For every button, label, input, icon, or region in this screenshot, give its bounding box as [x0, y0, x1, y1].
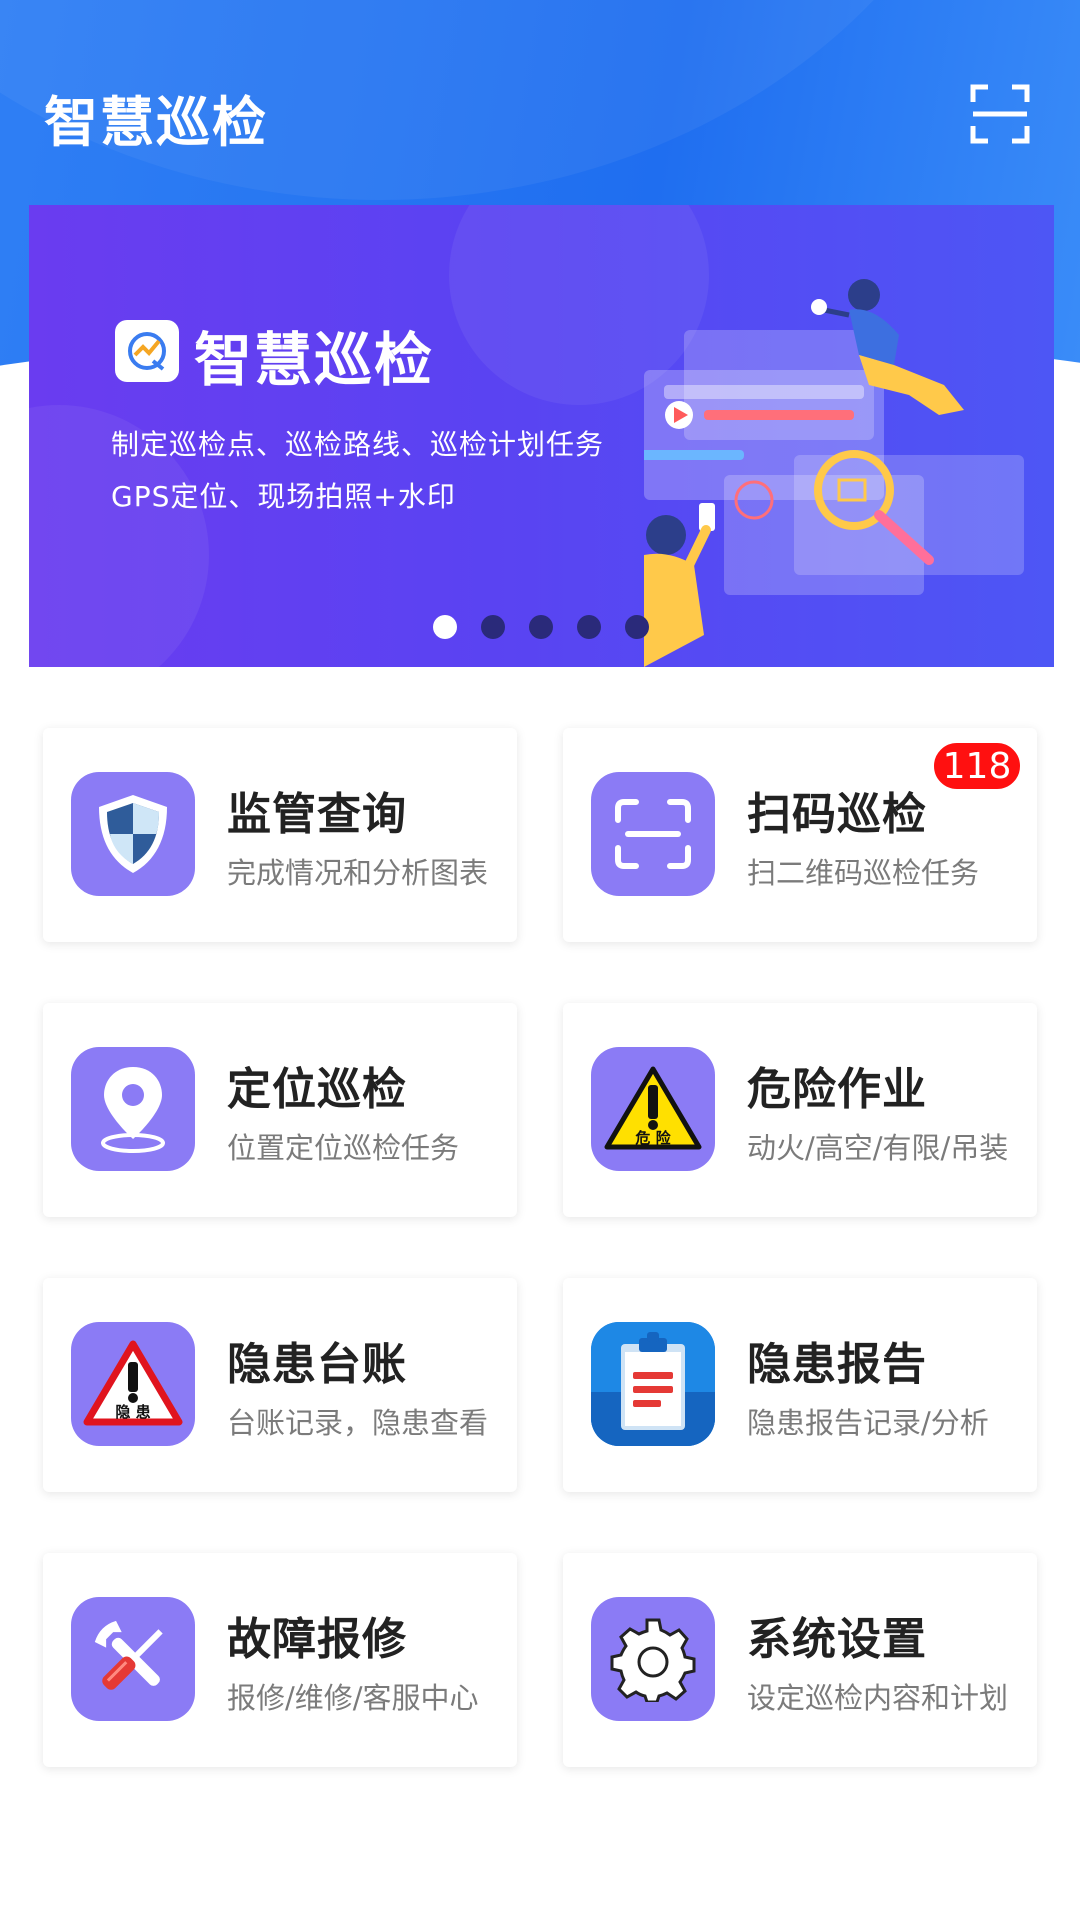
- card-title: 扫码巡检: [747, 789, 927, 840]
- card-title: 故障报修: [227, 1614, 407, 1665]
- card-subtitle: 动火/高空/有限/吊装: [747, 1131, 1009, 1165]
- card-title: 隐患台账: [227, 1339, 407, 1390]
- card-hazard-report[interactable]: 隐患报告 隐患报告记录/分析: [563, 1278, 1037, 1492]
- card-title: 隐患报告: [747, 1339, 927, 1390]
- banner-title: 智慧巡检: [194, 326, 435, 394]
- banner-pagination[interactable]: [433, 615, 649, 639]
- card-subtitle: 报修/维修/客服中心: [227, 1681, 479, 1715]
- clipboard-report-icon: [591, 1322, 715, 1446]
- icon-text: 危 险: [635, 1129, 671, 1147]
- card-supervision-query[interactable]: 监管查询 完成情况和分析图表: [43, 728, 517, 942]
- card-system-settings[interactable]: 系统设置 设定巡检内容和计划: [563, 1553, 1037, 1767]
- card-subtitle: 位置定位巡检任务: [227, 1131, 460, 1165]
- tools-icon: [71, 1597, 195, 1721]
- pagination-dot[interactable]: [481, 615, 505, 639]
- banner-description-2: GPS定位、现场拍照+水印: [111, 480, 456, 513]
- card-location-inspection[interactable]: 定位巡检 位置定位巡检任务: [43, 1003, 517, 1217]
- card-title: 定位巡检: [227, 1064, 407, 1115]
- banner-description-1: 制定巡检点、巡检路线、巡检计划任务: [111, 428, 605, 461]
- card-subtitle: 隐患报告记录/分析: [747, 1406, 989, 1440]
- pagination-dot[interactable]: [433, 615, 457, 639]
- pagination-dot[interactable]: [577, 615, 601, 639]
- banner-illustration: +: [644, 279, 1024, 667]
- card-dangerous-work[interactable]: 危 险 危险作业 动火/高空/有限/吊装: [563, 1003, 1037, 1217]
- icon-text: 隐 患: [115, 1403, 150, 1421]
- card-scan-inspection[interactable]: 扫码巡检 扫二维码巡检任务 118: [563, 728, 1037, 942]
- scan-frame-icon: [970, 84, 1030, 144]
- app-logo-icon: [115, 320, 179, 382]
- card-fault-repair[interactable]: 故障报修 报修/维修/客服中心: [43, 1553, 517, 1767]
- pagination-dot[interactable]: [529, 615, 553, 639]
- hazard-triangle-icon: 隐 患: [71, 1322, 195, 1446]
- card-title: 危险作业: [747, 1064, 927, 1115]
- scan-icon: [591, 772, 715, 896]
- page-title: 智慧巡检: [44, 91, 268, 154]
- location-pin-icon: [71, 1047, 195, 1171]
- card-hazard-ledger[interactable]: 隐 患 隐患台账 台账记录，隐患查看: [43, 1278, 517, 1492]
- pagination-dot[interactable]: [625, 615, 649, 639]
- card-subtitle: 扫二维码巡检任务: [747, 856, 980, 890]
- shield-icon: [71, 772, 195, 896]
- card-subtitle: 完成情况和分析图表: [227, 856, 489, 890]
- gear-icon: [591, 1597, 715, 1721]
- promo-banner[interactable]: 智慧巡检 制定巡检点、巡检路线、巡检计划任务 GPS定位、现场拍照+水印 +: [29, 205, 1054, 667]
- card-subtitle: 台账记录，隐患查看: [227, 1406, 489, 1440]
- scan-button[interactable]: [970, 84, 1030, 144]
- card-title: 监管查询: [227, 789, 407, 840]
- card-subtitle: 设定巡检内容和计划: [747, 1681, 1009, 1715]
- notification-badge: 118: [931, 740, 1023, 792]
- card-title: 系统设置: [747, 1614, 927, 1665]
- warning-triangle-icon: 危 险: [591, 1047, 715, 1171]
